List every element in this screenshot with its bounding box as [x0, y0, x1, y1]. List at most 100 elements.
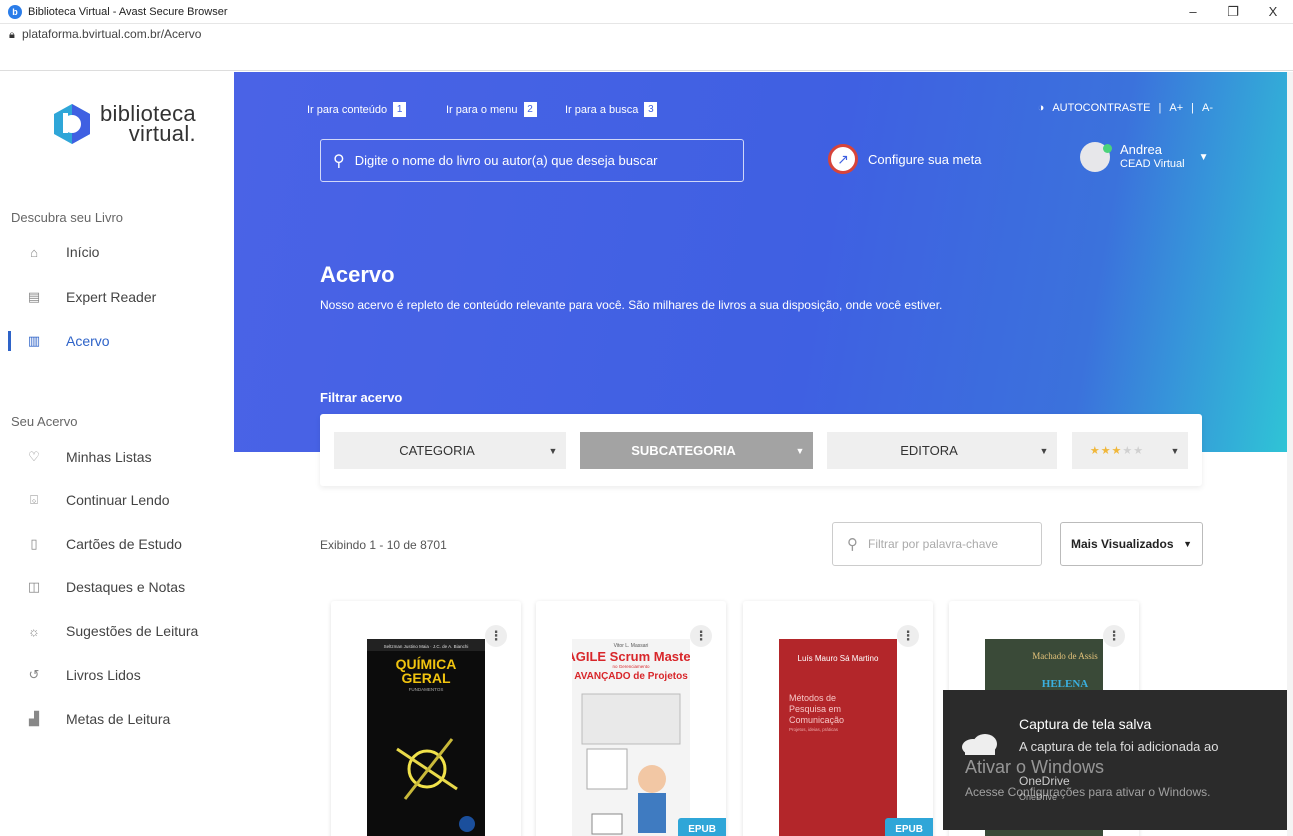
book-card[interactable]: ⋮ Vitor L. Massari AGILE Scrum Master no…: [536, 601, 726, 836]
url-text[interactable]: plataforma.bvirtual.com.br/Acervo: [22, 27, 201, 41]
svg-text:FUNDAMENTOS: FUNDAMENTOS: [409, 687, 444, 692]
results-count: Exibindo 1 - 10 de 8701: [320, 538, 447, 552]
book-card[interactable]: ⋮ Seltzman Justino Maia · J.C. de A. Bia…: [331, 601, 521, 836]
sidebar-item-minhas-listas[interactable]: ♡ Minhas Listas: [0, 442, 234, 472]
font-decrease-button[interactable]: A-: [1202, 102, 1213, 114]
svg-text:Pesquisa em: Pesquisa em: [789, 704, 841, 714]
skip-content-link[interactable]: Ir para conteúdo 1: [307, 102, 407, 117]
search-input[interactable]: ⚲ Digite o nome do livro ou autor(a) que…: [320, 139, 744, 182]
svg-text:AVANÇADO de Projetos: AVANÇADO de Projetos: [574, 671, 688, 682]
address-bar[interactable]: 🔒︎ plataforma.bvirtual.com.br/Acervo: [0, 24, 1293, 71]
lock-icon: 🔒︎: [9, 29, 15, 41]
activation-watermark-title: Ativar o Windows: [965, 757, 1105, 777]
chevron-down-icon: ▼: [1198, 151, 1209, 163]
sidebar-item-label: Cartões de Estudo: [66, 536, 182, 552]
more-options-icon[interactable]: ⋮: [485, 625, 507, 647]
history-icon: ↺: [28, 667, 40, 682]
logo-mark-icon: [54, 104, 90, 144]
user-name: Andrea: [1120, 142, 1162, 157]
chevron-down-icon: ▼: [1039, 445, 1049, 456]
window-controls: – ❐ X: [1173, 0, 1293, 24]
sidebar-item-continuar-lendo[interactable]: ⌺ Continuar Lendo: [0, 485, 234, 515]
home-icon: ⌂: [30, 244, 38, 260]
sidebar-item-cartoes[interactable]: ▯ Cartões de Estudo: [0, 529, 234, 559]
sidebar-item-label: Sugestões de Leitura: [66, 623, 199, 639]
page-subtitle: Nosso acervo é repleto de conteúdo relev…: [320, 298, 943, 312]
font-increase-button[interactable]: A+: [1169, 102, 1183, 114]
window-title: Biblioteca Virtual - Avast Secure Browse…: [28, 5, 228, 18]
book-card[interactable]: ⋮ Luís Mauro Sá Martino Métodos de Pesqu…: [743, 601, 933, 836]
epub-badge: EPUB: [885, 818, 933, 836]
rating-select[interactable]: ★★★★★ ▼: [1072, 432, 1188, 469]
skip-key: 1: [393, 102, 407, 117]
subcategory-select[interactable]: SUBCATEGORIA ▼: [580, 432, 813, 469]
svg-text:Comunicação: Comunicação: [789, 715, 844, 725]
more-options-icon[interactable]: ⋮: [1103, 625, 1125, 647]
goal-chart-icon: ↗: [828, 144, 858, 174]
autocontrast-button[interactable]: AUTOCONTRASTE: [1052, 102, 1150, 114]
sidebar-item-sugestoes[interactable]: ☼ Sugestões de Leitura: [0, 616, 234, 646]
publisher-select[interactable]: EDITORA ▼: [827, 432, 1057, 469]
sidebar-item-label: Destaques e Notas: [66, 579, 186, 595]
svg-text:GERAL: GERAL: [402, 670, 451, 686]
user-menu[interactable]: Andrea CEAD Virtual ▼: [1080, 142, 1209, 172]
section-descubra: Descubra seu Livro: [11, 210, 123, 225]
user-org: CEAD Virtual: [1120, 158, 1185, 170]
svg-text:no Gerenciamento: no Gerenciamento: [612, 664, 650, 669]
sidebar-item-destaques[interactable]: ◫ Destaques e Notas: [0, 572, 234, 602]
cloud-icon: [962, 734, 997, 755]
svg-text:Seltzman Justino Maia · J.C. d: Seltzman Justino Maia · J.C. de A. Bianc…: [384, 644, 469, 649]
browser-titlebar: b Biblioteca Virtual - Avast Secure Brow…: [0, 0, 1293, 24]
keyword-filter-input[interactable]: ⚲ Filtrar por palavra-chave: [832, 522, 1042, 566]
filter-bar: CATEGORIA ▼ SUBCATEGORIA ▼ EDITORA ▼ ★★★…: [320, 414, 1202, 486]
publisher-label: EDITORA: [900, 443, 958, 458]
contrast-icon: ◑: [1037, 102, 1045, 114]
hero-banner: Ir para conteúdo 1 Ir para o menu 2 Ir p…: [234, 72, 1293, 452]
close-button[interactable]: X: [1253, 0, 1293, 24]
skip-link-label: Ir para a busca: [565, 103, 639, 116]
toast-body: A captura de tela foi adicionada ao: [1019, 739, 1219, 754]
cards-icon: ▯: [30, 536, 38, 551]
books-icon: ▥: [27, 333, 41, 348]
sidebar: biblioteca virtual. Descubra seu Livro ⌂…: [0, 72, 234, 836]
more-options-icon[interactable]: ⋮: [690, 625, 712, 647]
skip-search-link[interactable]: Ir para a busca 3: [565, 102, 658, 117]
logo[interactable]: biblioteca virtual.: [50, 102, 196, 146]
sort-label: Mais Visualizados: [1071, 537, 1174, 551]
page-title: Acervo: [320, 262, 395, 287]
keyword-placeholder: Filtrar por palavra-chave: [868, 537, 999, 551]
browser-favicon: b: [8, 4, 22, 19]
svg-text:Machado de Assis: Machado de Assis: [1032, 651, 1098, 661]
rating-stars: ★★★★★: [1089, 445, 1145, 457]
skip-link-label: Ir para conteúdo: [307, 103, 388, 116]
note-icon: ◫: [27, 579, 41, 594]
sidebar-item-metas[interactable]: ▟ Metas de Leitura: [0, 704, 234, 734]
minimize-button[interactable]: –: [1173, 0, 1213, 24]
chevron-down-icon: ▼: [795, 445, 805, 456]
svg-text:Métodos de: Métodos de: [789, 693, 836, 703]
search-icon: ⚲: [847, 536, 858, 553]
sort-select[interactable]: Mais Visualizados ▼: [1060, 522, 1203, 566]
sidebar-item-label: Minhas Listas: [66, 449, 152, 465]
avatar: [1080, 142, 1112, 172]
category-select[interactable]: CATEGORIA ▼: [334, 432, 566, 469]
search-placeholder: Digite o nome do livro ou autor(a) que d…: [354, 153, 658, 168]
skip-link-label: Ir para o menu: [446, 103, 518, 116]
chevron-down-icon: ▼: [548, 445, 558, 456]
sidebar-item-livros-lidos[interactable]: ↺ Livros Lidos: [0, 660, 234, 690]
goal-label: Configure sua meta: [868, 151, 982, 167]
filter-heading: Filtrar acervo: [320, 390, 403, 405]
subcategory-label: SUBCATEGORIA: [631, 443, 736, 458]
restore-button[interactable]: ❐: [1213, 0, 1253, 24]
sidebar-item-inicio[interactable]: ⌂ Início: [0, 237, 234, 267]
page-scrollbar[interactable]: [1287, 72, 1293, 836]
sidebar-item-acervo[interactable]: ▥ Acervo: [0, 326, 234, 356]
configure-goal-button[interactable]: ↗ Configure sua meta: [828, 144, 981, 174]
more-options-icon[interactable]: ⋮: [897, 625, 919, 647]
epub-badge: EPUB: [678, 818, 726, 836]
section-seu-acervo: Seu Acervo: [11, 414, 78, 429]
sidebar-item-expert-reader[interactable]: ▤ Expert Reader: [0, 282, 234, 312]
divider: |: [1191, 102, 1194, 114]
skip-menu-link[interactable]: Ir para o menu 2: [446, 102, 537, 117]
category-label: CATEGORIA: [399, 443, 475, 458]
